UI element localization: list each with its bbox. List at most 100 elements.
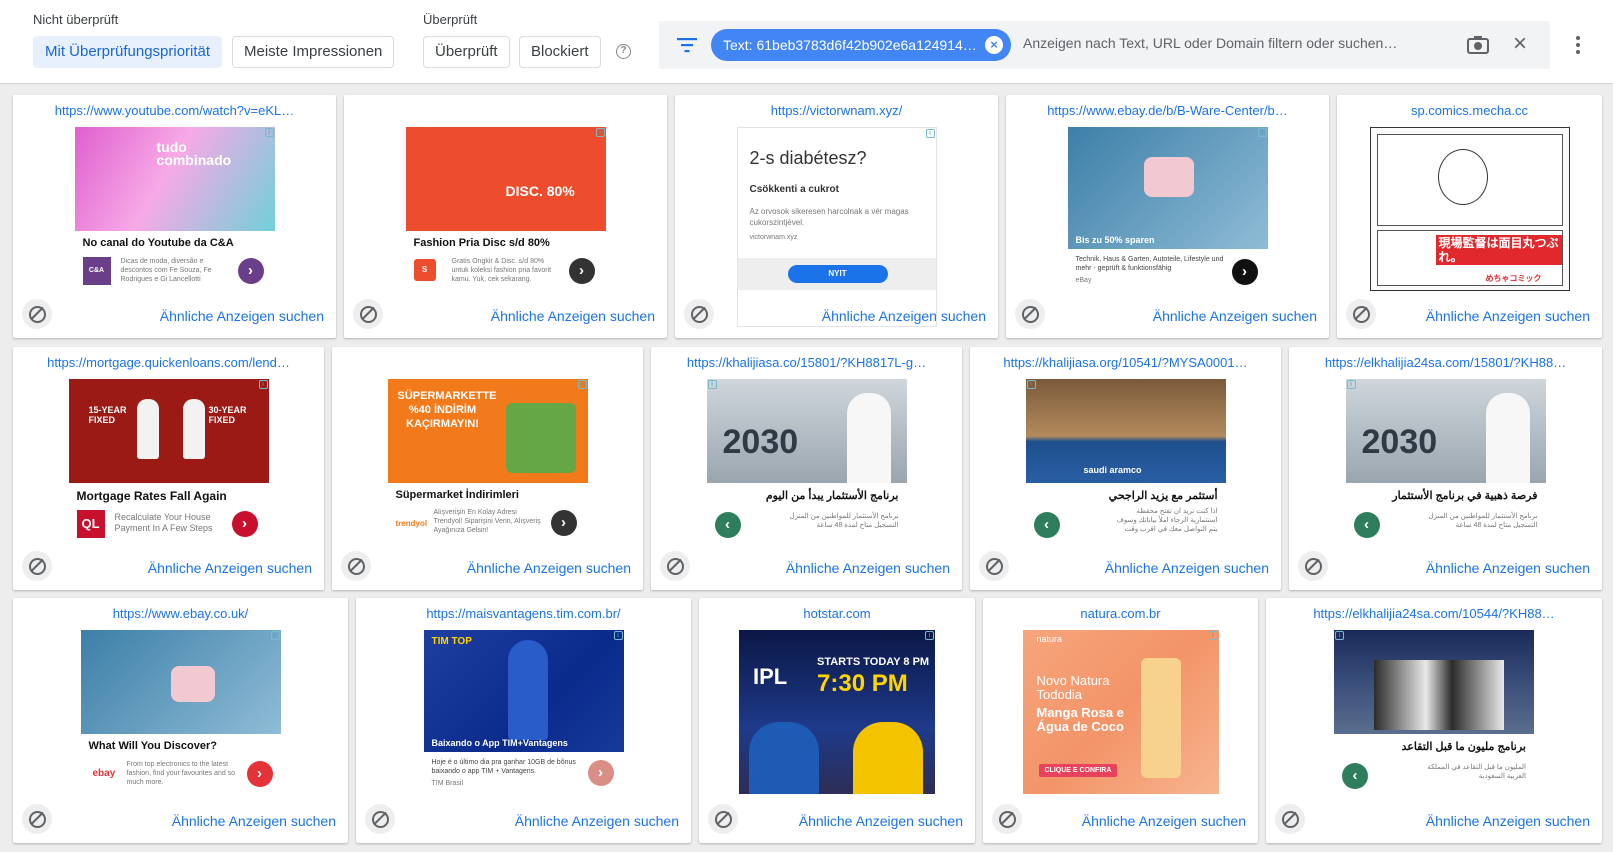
clear-search-icon[interactable]: × <box>1513 30 1527 58</box>
ad-card-7[interactable]: SÜPERMARKETTE %40 İNDİRİM KAÇIRMAYIN! i … <box>332 347 643 590</box>
ad-arrow-icon[interactable]: ‹ <box>1353 512 1380 538</box>
find-similar-link[interactable]: Ähnliche Anzeigen suchen <box>1426 813 1590 829</box>
ad-creative[interactable]: 2030 i فرصة ذهبية في برنامج الأستثمار ‹ … <box>1345 379 1546 579</box>
ad-creative[interactable]: 15-YEAR FIXED 30-YEAR FIXED i Mortgage R… <box>68 379 269 579</box>
block-ad-icon[interactable] <box>1275 804 1305 834</box>
ad-card-13[interactable]: hotstar.com STARTS TODAY 8 PM 7:30 PM IP… <box>699 598 975 843</box>
ad-arrow-icon[interactable]: ‹ <box>714 512 741 538</box>
ad-creative[interactable]: i What Will You Discover? ebay From top … <box>80 630 281 830</box>
ad-url[interactable]: https://khalijiasa.co/15801/?KH8817L-g… <box>657 355 956 370</box>
find-similar-link[interactable]: Ähnliche Anzeigen suchen <box>1426 308 1590 324</box>
ad-url[interactable]: https://www.youtube.com/watch?v=eKL… <box>19 103 330 118</box>
adchoices-icon[interactable]: i <box>925 129 935 138</box>
adchoices-icon[interactable]: i <box>595 128 605 137</box>
find-similar-link[interactable]: Ähnliche Anzeigen suchen <box>491 308 655 324</box>
ad-url[interactable]: https://maisvantagens.tim.com.br/ <box>362 606 685 621</box>
adchoices-icon[interactable]: i <box>258 380 268 389</box>
adchoices-icon[interactable]: i <box>1026 380 1036 389</box>
chip-reviewed[interactable]: Überprüft <box>423 36 510 68</box>
find-similar-link[interactable]: Ähnliche Anzeigen suchen <box>1426 560 1590 576</box>
ad-card-11[interactable]: https://www.ebay.co.uk/ i What Will You … <box>13 598 348 843</box>
ad-arrow-icon[interactable]: ‹ <box>1342 763 1368 789</box>
find-similar-link[interactable]: Ähnliche Anzeigen suchen <box>1082 813 1246 829</box>
block-ad-icon[interactable] <box>353 299 383 329</box>
ad-arrow-icon[interactable]: › <box>568 258 595 284</box>
adchoices-icon[interactable]: i <box>707 380 717 389</box>
find-similar-link[interactable]: Ähnliche Anzeigen suchen <box>822 308 986 324</box>
ad-creative[interactable]: saudi aramco i أستثمر مع يزيد الراجحي ‹ … <box>1025 379 1226 579</box>
search-input[interactable]: Anzeigen nach Text, URL oder Domain filt… <box>1023 35 1423 51</box>
ad-cta-button[interactable]: NYIT <box>787 265 888 283</box>
ad-creative[interactable]: DISC. 80% i Fashion Pria Disc s/d 80% S … <box>405 127 606 327</box>
ad-creative[interactable]: i برنامج مليون ما قبل التقاعد ‹ المليون … <box>1334 630 1534 830</box>
ad-card-8[interactable]: https://khalijiasa.co/15801/?KH8817L-g… … <box>651 347 962 590</box>
ad-creative[interactable]: Bis zu 50% sparen i Technik, Haus & Gart… <box>1067 127 1268 327</box>
active-filter-chip[interactable]: Text: 61beb3783d6f42b902e6a124914… × <box>711 29 1011 61</box>
block-ad-icon[interactable] <box>341 551 371 581</box>
ad-cta-button[interactable]: CLIQUE E CONFIRA <box>1038 764 1118 777</box>
ad-arrow-icon[interactable]: › <box>246 761 273 787</box>
more-options-icon[interactable] <box>1575 36 1581 57</box>
block-ad-icon[interactable] <box>22 299 52 329</box>
ad-url[interactable]: https://www.ebay.de/b/B-Ware-Center/b… <box>1012 103 1323 118</box>
ad-url[interactable]: hotstar.com <box>705 606 969 621</box>
ad-card-15[interactable]: https://elkhalijia24sa.com/10544/?KH88… … <box>1266 598 1602 843</box>
ad-arrow-icon[interactable]: › <box>231 511 258 537</box>
ad-url[interactable]: https://khalijiasa.org/10541/?MYSA0001… <box>976 355 1275 370</box>
block-ad-icon[interactable] <box>684 299 714 329</box>
ad-arrow-icon[interactable]: › <box>550 510 577 536</box>
ad-creative[interactable]: natura Novo Natura Tododia Manga Rosa e … <box>1022 630 1219 794</box>
block-ad-icon[interactable] <box>1346 299 1376 329</box>
adchoices-icon[interactable]: i <box>613 631 623 640</box>
block-ad-icon[interactable] <box>1015 299 1045 329</box>
ad-creative[interactable]: tudo combinado i No canal do Youtube da … <box>74 127 275 327</box>
ad-creative[interactable]: i 2-s diabétesz? Csökkenti a cukrot Az o… <box>736 127 937 327</box>
adchoices-icon[interactable]: i <box>270 631 280 640</box>
block-ad-icon[interactable] <box>979 551 1009 581</box>
ad-creative[interactable]: TIM TOP Baixando o App TIM+Vantagens i H… <box>423 630 624 830</box>
adchoices-icon[interactable]: i <box>577 380 587 389</box>
ad-url[interactable]: natura.com.br <box>989 606 1252 621</box>
ad-card-1[interactable]: https://www.youtube.com/watch?v=eKL… tud… <box>13 95 336 338</box>
ad-url[interactable]: https://elkhalijia24sa.com/15801/?KH88… <box>1295 355 1596 370</box>
help-icon[interactable]: ? <box>616 44 631 59</box>
ad-creative[interactable]: SÜPERMARKETTE %40 İNDİRİM KAÇIRMAYIN! i … <box>387 379 588 579</box>
block-ad-icon[interactable] <box>22 551 52 581</box>
ad-url[interactable]: https://victorwnam.xyz/ <box>681 103 992 118</box>
block-ad-icon[interactable] <box>1298 551 1328 581</box>
ad-arrow-icon[interactable]: › <box>587 760 614 786</box>
ad-card-6[interactable]: https://mortgage.quickenloans.com/lend… … <box>13 347 324 590</box>
ad-url[interactable]: sp.comics.mecha.cc <box>1343 103 1596 118</box>
ad-creative[interactable]: 現場監督は面目丸つぶれ。 めちゃコミック <box>1369 127 1570 291</box>
block-ad-icon[interactable] <box>660 551 690 581</box>
ad-creative[interactable]: STARTS TODAY 8 PM 7:30 PM IPL i <box>739 630 935 794</box>
find-similar-link[interactable]: Ähnliche Anzeigen suchen <box>160 308 324 324</box>
ad-url[interactable]: https://elkhalijia24sa.com/10544/?KH88… <box>1272 606 1596 621</box>
ad-card-12[interactable]: https://maisvantagens.tim.com.br/ TIM TO… <box>356 598 691 843</box>
adchoices-icon[interactable]: i <box>925 631 934 640</box>
chip-review-priority[interactable]: Mit Überprüfungspriorität <box>33 36 223 68</box>
adchoices-icon[interactable]: i <box>1257 128 1267 137</box>
chip-most-impressions[interactable]: Meiste Impressionen <box>232 36 395 68</box>
block-ad-icon[interactable] <box>22 804 52 834</box>
find-similar-link[interactable]: Ähnliche Anzeigen suchen <box>172 813 336 829</box>
ad-creative[interactable]: 2030 i برنامج الأستثمار يبدأ من اليوم ‹ … <box>706 379 907 579</box>
ad-card-10[interactable]: https://elkhalijia24sa.com/15801/?KH88… … <box>1289 347 1602 590</box>
ad-url[interactable]: https://mortgage.quickenloans.com/lend… <box>19 355 318 370</box>
block-ad-icon[interactable] <box>365 804 395 834</box>
ad-arrow-icon[interactable]: ‹ <box>1033 512 1060 538</box>
adchoices-icon[interactable]: i <box>1346 380 1356 389</box>
filter-icon[interactable] <box>677 36 697 54</box>
find-similar-link[interactable]: Ähnliche Anzeigen suchen <box>786 560 950 576</box>
ad-card-4[interactable]: https://www.ebay.de/b/B-Ware-Center/b… B… <box>1006 95 1329 338</box>
ad-card-5[interactable]: sp.comics.mecha.cc 現場監督は面目丸つぶれ。 めちゃコミック … <box>1337 95 1602 338</box>
adchoices-icon[interactable]: i <box>264 128 274 137</box>
ad-card-14[interactable]: natura.com.br natura Novo Natura Tododia… <box>983 598 1258 843</box>
find-similar-link[interactable]: Ähnliche Anzeigen suchen <box>1153 308 1317 324</box>
chip-blocked[interactable]: Blockiert <box>519 36 601 68</box>
ad-arrow-icon[interactable]: › <box>237 258 264 284</box>
find-similar-link[interactable]: Ähnliche Anzeigen suchen <box>515 813 679 829</box>
find-similar-link[interactable]: Ähnliche Anzeigen suchen <box>467 560 631 576</box>
ad-card-3[interactable]: https://victorwnam.xyz/ i 2-s diabétesz?… <box>675 95 998 338</box>
block-ad-icon[interactable] <box>992 804 1022 834</box>
